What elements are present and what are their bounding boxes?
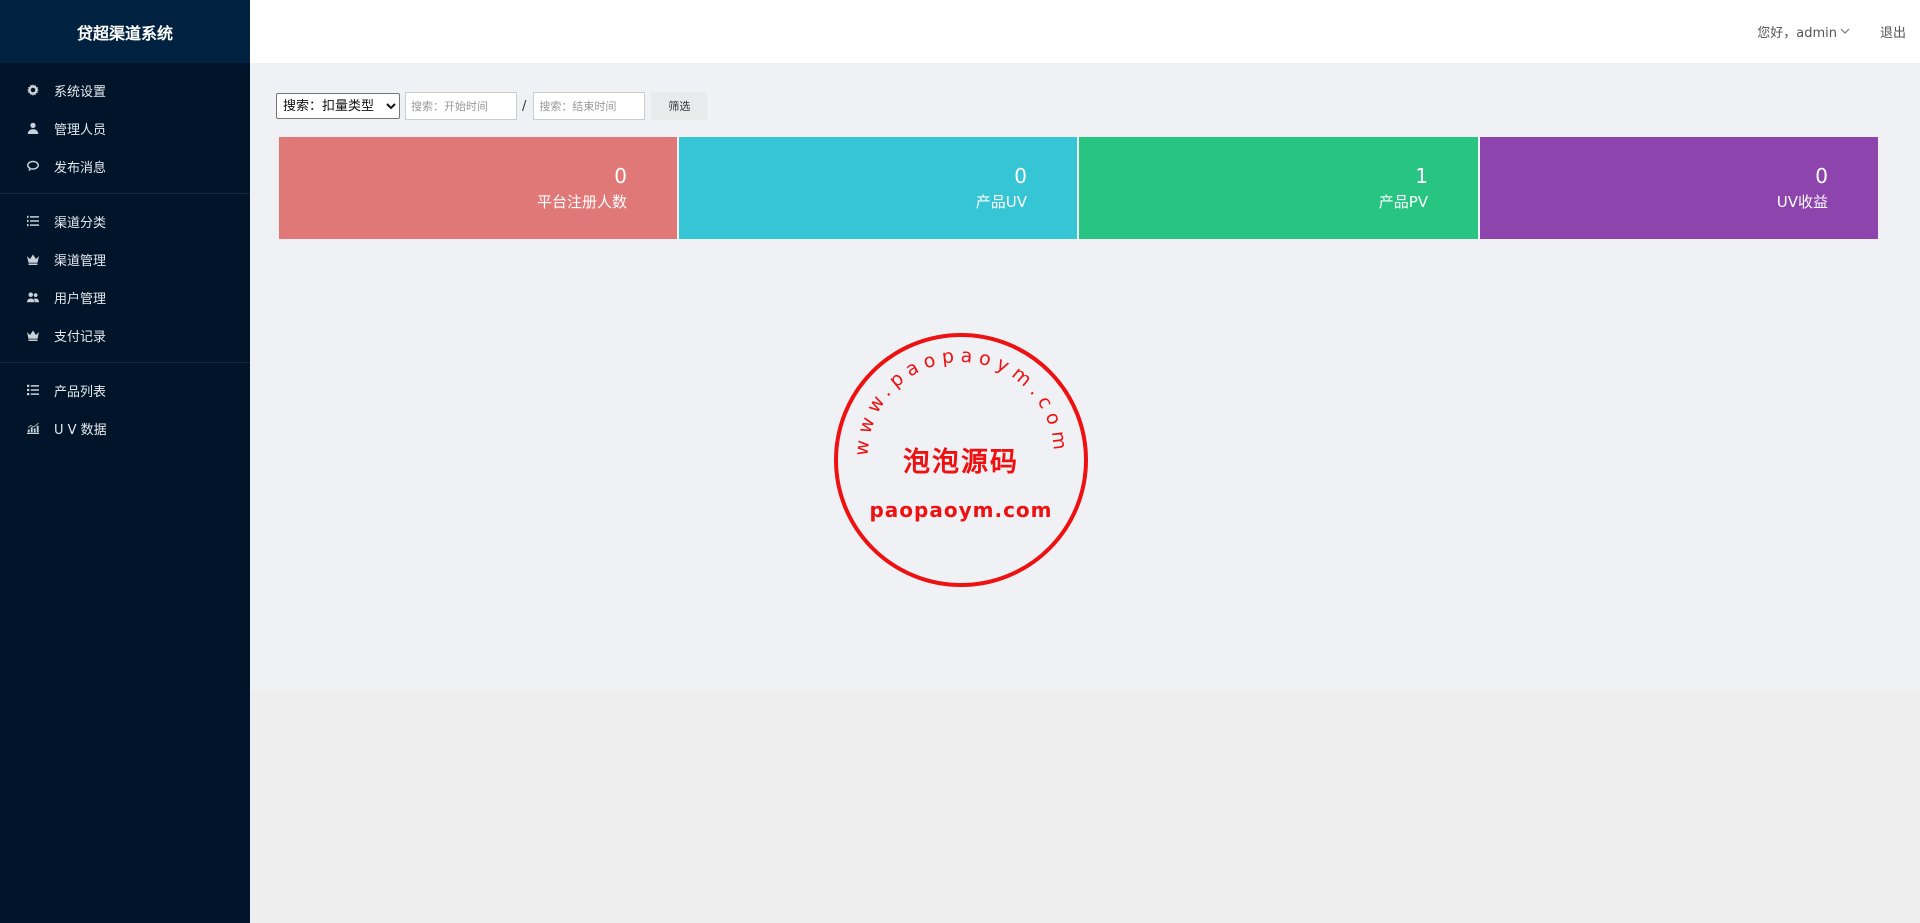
sidebar-item-channel-categories[interactable]: 渠道分类 [0, 202, 250, 240]
stat-label: 平台注册人数 [536, 193, 627, 211]
app-title: 贷超渠道系统 [0, 0, 250, 63]
stat-value: 0 [1014, 164, 1027, 188]
crown-icon [26, 328, 40, 342]
list-icon [26, 383, 40, 397]
sidebar-item-settings[interactable]: 系统设置 [0, 71, 250, 109]
stat-value: 0 [614, 164, 627, 188]
sidebar-item-label: 渠道管理 [54, 253, 107, 269]
start-time-input[interactable] [405, 92, 517, 120]
nav-group-channels: 渠道分类 渠道管理 用户管理 支付记录 [0, 194, 250, 363]
sidebar-item-admins[interactable]: 管理人员 [0, 109, 250, 147]
users-icon [26, 290, 40, 304]
sidebar-item-label: 支付记录 [54, 329, 107, 345]
main-content: 搜索：扣量类型 / 筛选 0 平台注册人数 0 产品UV 1 产品PV 0 UV… [250, 63, 1920, 690]
date-range-separator: / [522, 98, 527, 114]
sidebar-item-uv-data[interactable]: U V 数据 [0, 409, 250, 447]
sidebar-item-label: 系统设置 [54, 84, 107, 100]
filter-button[interactable]: 筛选 [651, 92, 708, 120]
user-menu[interactable]: 您好，admin [1757, 0, 1850, 63]
crown-icon [26, 252, 40, 266]
stat-label: 产品UV [975, 193, 1027, 211]
user-icon [26, 121, 40, 135]
stat-value: 1 [1415, 164, 1428, 188]
sidebar-item-messages[interactable]: 发布消息 [0, 147, 250, 185]
stat-card-product-uv: 0 产品UV [679, 137, 1077, 239]
sidebar-item-channel-management[interactable]: 渠道管理 [0, 240, 250, 278]
sidebar-item-payment-records[interactable]: 支付记录 [0, 316, 250, 354]
stat-card-uv-revenue: 0 UV收益 [1480, 137, 1878, 239]
user-greeting: 您好，admin [1757, 26, 1837, 41]
sidebar-item-label: 管理人员 [54, 122, 107, 138]
list-ordered-icon [26, 214, 40, 228]
sidebar-item-label: 渠道分类 [54, 215, 107, 231]
stat-label: UV收益 [1776, 193, 1828, 211]
filter-bar: 搜索：扣量类型 / 筛选 [276, 92, 708, 120]
stat-label: 产品PV [1378, 193, 1428, 211]
sidebar-item-label: 用户管理 [54, 291, 107, 307]
logout-link[interactable]: 退出 [1880, 0, 1906, 63]
gear-icon [26, 83, 40, 97]
sidebar-item-label: 发布消息 [54, 160, 107, 176]
stat-card-product-pv: 1 产品PV [1079, 137, 1478, 239]
sidebar: 贷超渠道系统 系统设置 管理人员 发布消息 渠道分类 渠道管理 用户管理 支付记… [0, 0, 250, 923]
chart-icon [26, 421, 40, 435]
seal-domain: paopaoym.com [869, 498, 1052, 522]
comment-icon [26, 159, 40, 173]
sidebar-item-product-list[interactable]: 产品列表 [0, 371, 250, 409]
deduction-type-select[interactable]: 搜索：扣量类型 [276, 93, 400, 119]
top-header: 您好，admin 退出 [250, 0, 1920, 63]
seal-name: 泡泡源码 [903, 446, 1019, 478]
sidebar-item-label: 产品列表 [54, 384, 107, 400]
sidebar-item-user-management[interactable]: 用户管理 [0, 278, 250, 316]
end-time-input[interactable] [533, 92, 646, 120]
chevron-down-icon [1840, 25, 1850, 38]
sidebar-item-label: U V 数据 [54, 422, 107, 438]
stats-row: 0 平台注册人数 0 产品UV 1 产品PV 0 UV收益 [279, 137, 1878, 239]
stat-value: 0 [1815, 164, 1828, 188]
watermark-seal: www.paopaoym.com 泡泡源码 paopaoym.com [834, 333, 1088, 587]
stat-card-registrations: 0 平台注册人数 [279, 137, 677, 239]
nav-group-system: 系统设置 管理人员 发布消息 [0, 63, 250, 194]
nav-group-products: 产品列表 U V 数据 [0, 363, 250, 455]
